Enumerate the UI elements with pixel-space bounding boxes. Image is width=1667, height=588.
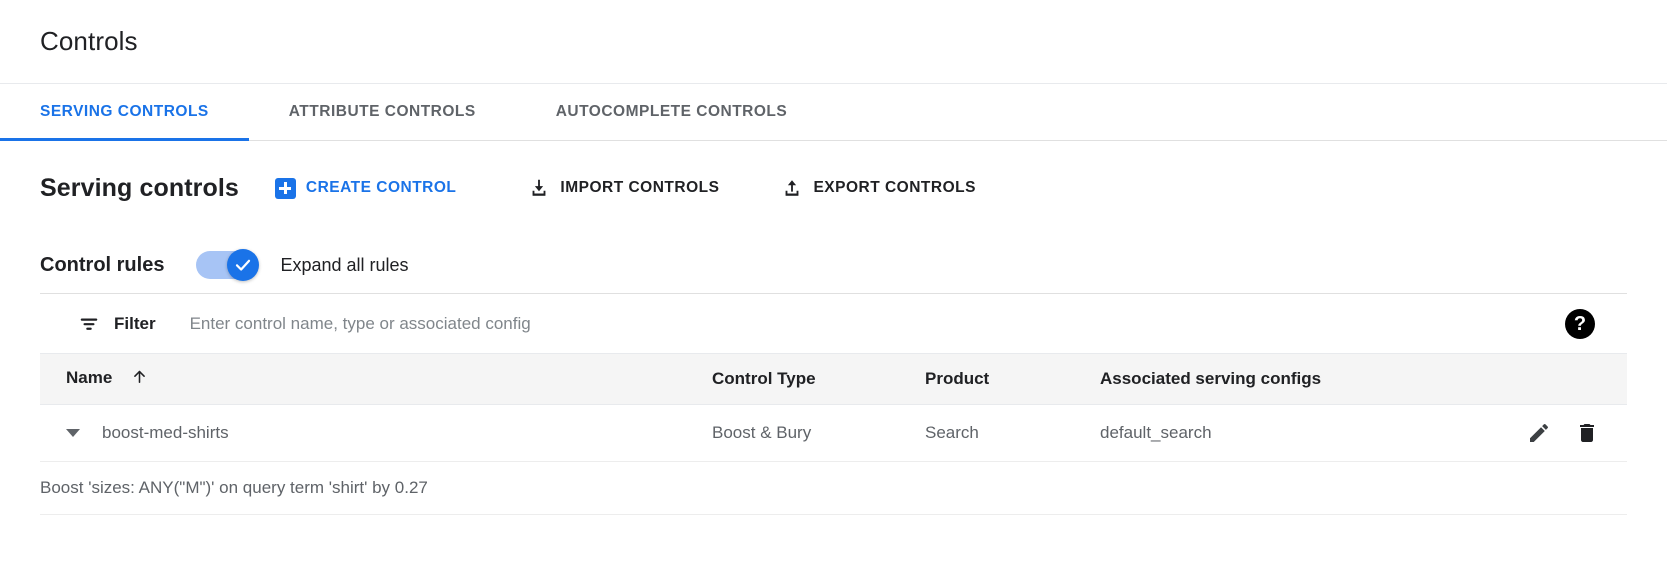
- column-header-control-type[interactable]: Control Type: [712, 353, 925, 405]
- tab-autocomplete-controls[interactable]: AUTOCOMPLETE CONTROLS: [516, 84, 828, 140]
- column-header-name[interactable]: Name: [40, 353, 712, 405]
- table-row[interactable]: boost-med-shirts Boost & Bury Search def…: [40, 404, 1627, 462]
- delete-icon[interactable]: [1575, 421, 1599, 445]
- import-controls-label: IMPORT CONTROLS: [560, 179, 720, 196]
- page-title: Controls: [40, 26, 138, 56]
- filter-input[interactable]: [187, 312, 1565, 335]
- column-header-name-label: Name: [66, 368, 113, 387]
- export-controls-button[interactable]: EXPORT CONTROLS: [771, 169, 986, 207]
- filter-icon[interactable]: [78, 313, 100, 335]
- tab-autocomplete-controls-label: AUTOCOMPLETE CONTROLS: [555, 103, 788, 120]
- filter-label: Filter: [114, 313, 156, 333]
- import-controls-button[interactable]: IMPORT CONTROLS: [518, 169, 729, 207]
- table-header: Name Control Type Product Associated ser…: [40, 353, 1627, 405]
- create-control-button[interactable]: CREATE CONTROL: [265, 170, 467, 207]
- controls-table: Name Control Type Product Associated ser…: [40, 353, 1627, 515]
- sort-ascending-icon: [131, 368, 148, 390]
- edit-icon[interactable]: [1527, 421, 1551, 445]
- expand-all-rules-toggle[interactable]: [196, 249, 260, 281]
- column-header-product-label: Product: [925, 369, 990, 388]
- upload-icon: [781, 177, 803, 199]
- control-rules-header: Control rules Expand all rules: [40, 237, 1627, 293]
- expand-all-rules-label: Expand all rules: [280, 254, 409, 275]
- tab-serving-controls-label: SERVING CONTROLS: [40, 103, 209, 120]
- expand-chevron-down-icon[interactable]: [66, 429, 92, 437]
- plus-icon: [274, 177, 296, 199]
- table-body: boost-med-shirts Boost & Bury Search def…: [40, 404, 1627, 515]
- cell-product: Search: [925, 404, 1100, 462]
- create-control-label: CREATE CONTROL: [305, 179, 457, 196]
- tab-serving-controls[interactable]: SERVING CONTROLS: [0, 84, 249, 141]
- table-row-detail: Boost 'sizes: ANY("M")' on query term 's…: [40, 461, 1627, 515]
- toggle-thumb: [227, 249, 260, 281]
- check-icon: [236, 259, 251, 271]
- main-content: Serving controls CREATE CONTROL IMPORT C…: [0, 141, 1667, 515]
- help-icon[interactable]: ?: [1565, 308, 1595, 339]
- rule-detail-text: Boost 'sizes: ANY("M")' on query term 's…: [40, 461, 1627, 515]
- export-controls-label: EXPORT CONTROLS: [813, 179, 976, 196]
- name-cell-inner: boost-med-shirts: [40, 423, 712, 443]
- page-header: Controls: [0, 0, 1667, 84]
- control-rules-title: Control rules: [40, 253, 165, 276]
- cell-associated-serving-configs: default_search: [1100, 404, 1480, 462]
- column-header-associated-serving-configs[interactable]: Associated serving configs: [1100, 353, 1480, 405]
- filter-bar: Filter ?: [40, 293, 1627, 353]
- row-actions: [1480, 421, 1627, 445]
- chevron-triangle: [66, 429, 80, 437]
- section-title: Serving controls: [40, 173, 239, 202]
- cell-control-type: Boost & Bury: [712, 404, 925, 462]
- tab-attribute-controls-label: ATTRIBUTE CONTROLS: [288, 103, 476, 120]
- column-header-associated-label: Associated serving configs: [1100, 369, 1322, 388]
- download-icon: [528, 177, 550, 199]
- tab-attribute-controls[interactable]: ATTRIBUTE CONTROLS: [249, 84, 516, 140]
- column-header-product[interactable]: Product: [925, 353, 1100, 405]
- column-header-control-type-label: Control Type: [712, 369, 816, 388]
- tab-bar: SERVING CONTROLS ATTRIBUTE CONTROLS AUTO…: [0, 84, 1667, 141]
- cell-actions: [1480, 404, 1627, 462]
- table-header-row: Name Control Type Product Associated ser…: [40, 353, 1627, 405]
- serving-controls-toolbar: Serving controls CREATE CONTROL IMPORT C…: [40, 141, 1627, 235]
- cell-name: boost-med-shirts: [40, 404, 712, 462]
- column-header-actions: [1480, 353, 1627, 405]
- control-name: boost-med-shirts: [102, 423, 229, 442]
- help-glyph: ?: [1573, 312, 1587, 335]
